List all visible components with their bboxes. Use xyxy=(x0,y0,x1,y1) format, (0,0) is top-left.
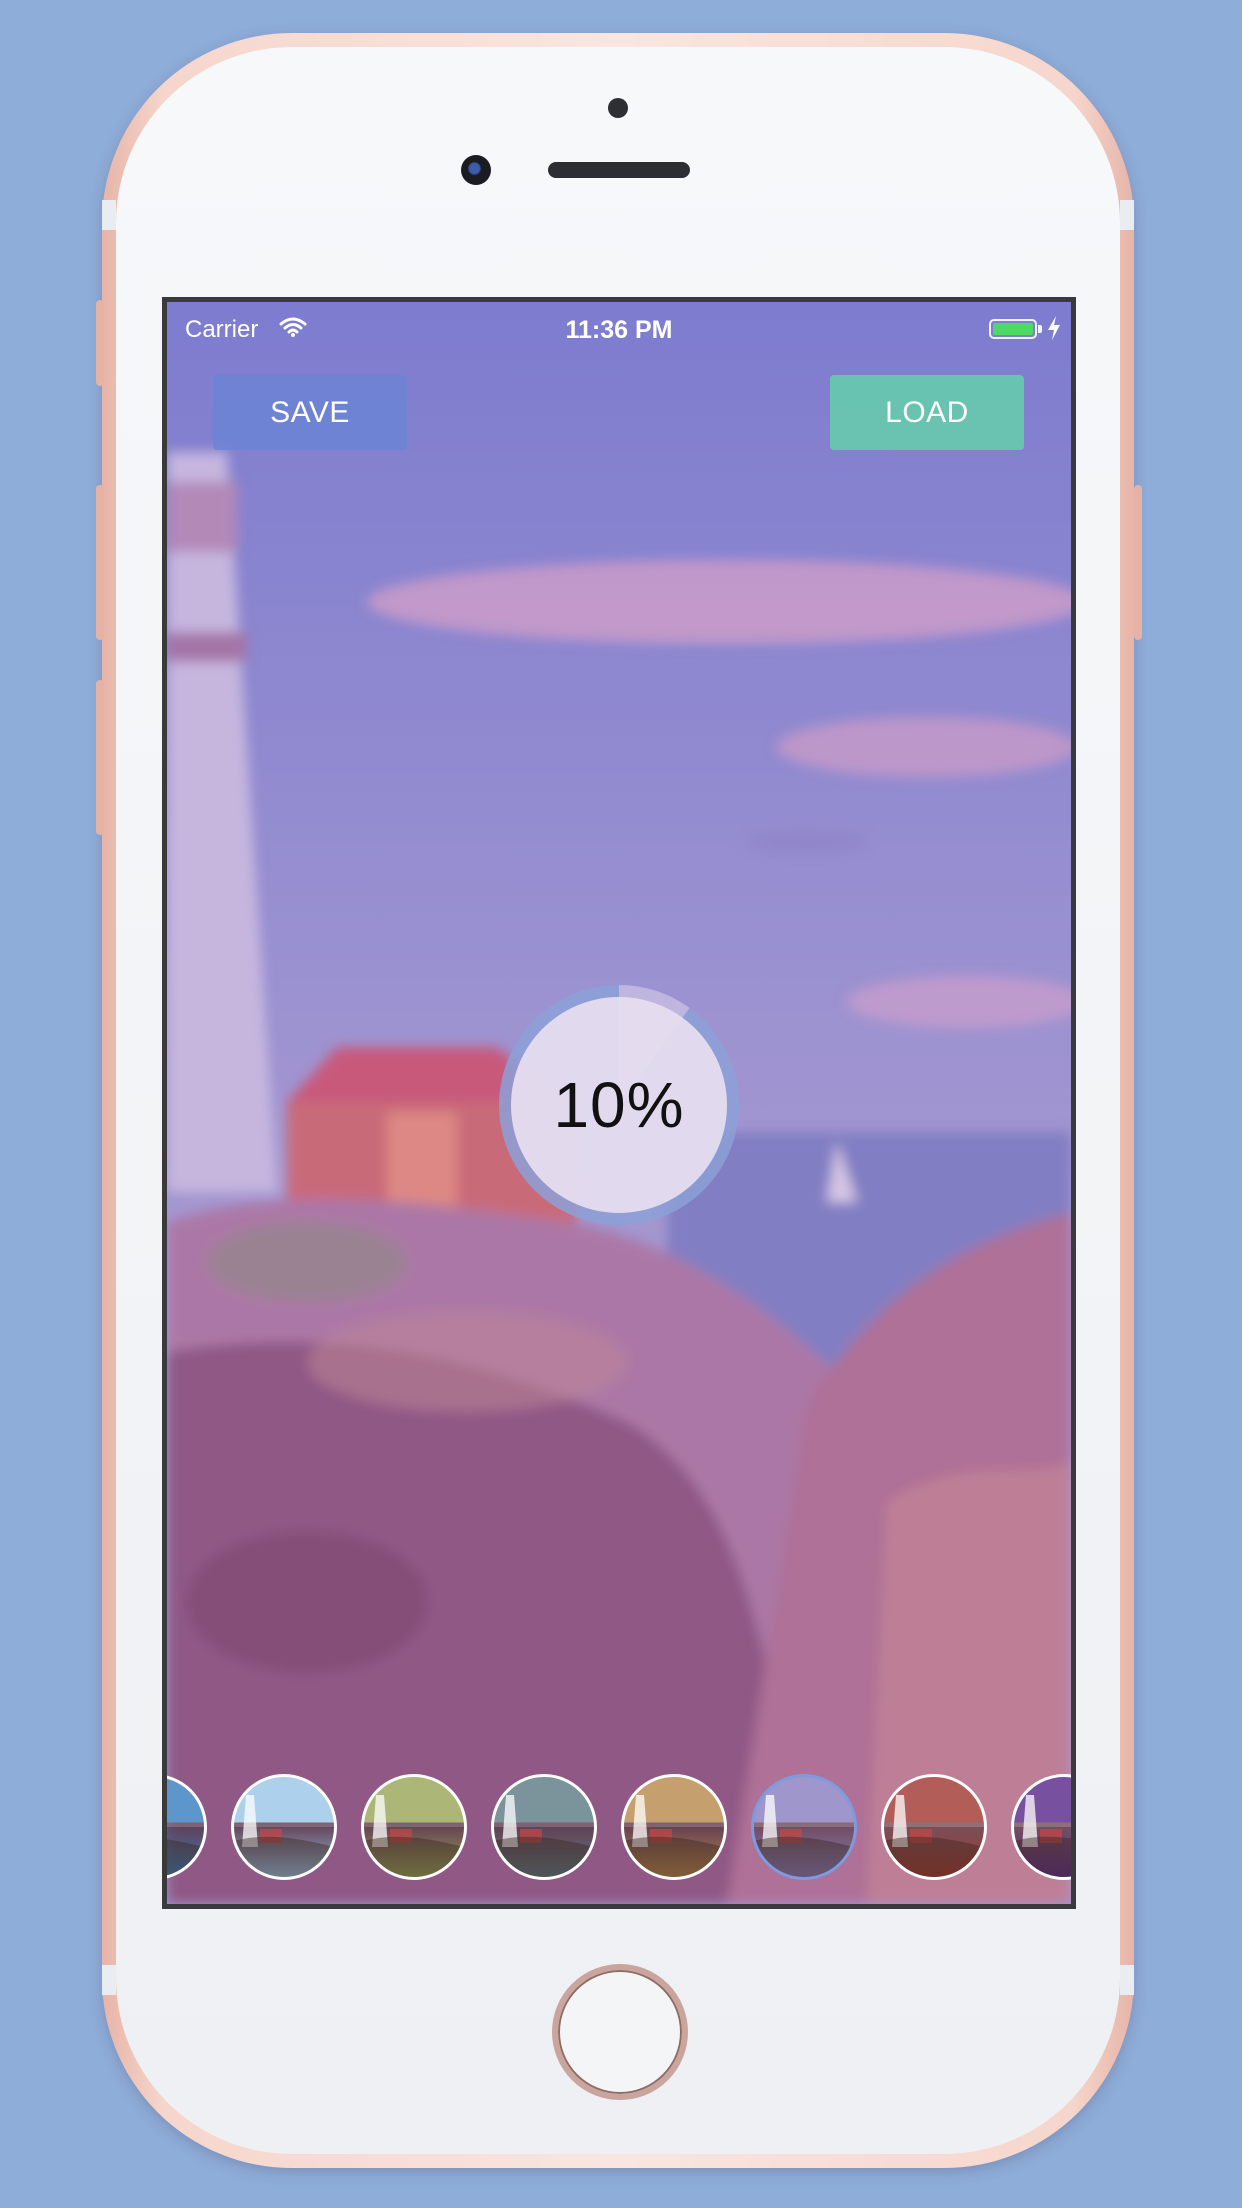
filter-thumbnail[interactable] xyxy=(621,1774,727,1880)
proximity-sensor xyxy=(608,98,628,118)
filter-thumbnail[interactable] xyxy=(751,1774,857,1880)
mute-switch xyxy=(96,300,104,386)
app-screen: Carrier 11:36 PM SAVE LOAD 10% xyxy=(162,297,1076,1909)
filter-thumbnail-image xyxy=(234,1777,334,1877)
front-camera-icon xyxy=(461,155,491,185)
antenna-band-right-bottom xyxy=(1120,1965,1134,1995)
filter-thumbnail-image xyxy=(494,1777,594,1877)
battery-icon xyxy=(989,319,1037,339)
filter-thumbnail[interactable] xyxy=(881,1774,987,1880)
filter-thumbnail-image xyxy=(624,1777,724,1877)
filter-thumbnail-image xyxy=(884,1777,984,1877)
load-button[interactable]: LOAD xyxy=(830,375,1024,450)
progress-indicator: 10% xyxy=(489,975,749,1235)
status-bar: Carrier 11:36 PM xyxy=(167,302,1071,358)
volume-down-button xyxy=(96,680,104,835)
filter-thumbnail[interactable] xyxy=(361,1774,467,1880)
filter-strip[interactable] xyxy=(167,1774,1071,1884)
filter-thumbnail[interactable] xyxy=(491,1774,597,1880)
battery-tip xyxy=(1038,325,1042,333)
antenna-band-left xyxy=(102,200,116,230)
status-time: 11:36 PM xyxy=(565,316,673,344)
filter-thumbnail-image xyxy=(167,1777,204,1877)
power-button xyxy=(1134,485,1142,640)
filter-thumbnail-image xyxy=(364,1777,464,1877)
antenna-band-right xyxy=(1120,200,1134,230)
antenna-band-left-bottom xyxy=(102,1965,116,1995)
home-button[interactable] xyxy=(552,1964,688,2100)
progress-percent-label: 10% xyxy=(553,1069,685,1141)
volume-up-button xyxy=(96,485,104,640)
filter-thumbnail[interactable] xyxy=(231,1774,337,1880)
filter-thumbnail-image xyxy=(754,1777,854,1877)
earpiece-speaker xyxy=(548,162,690,178)
save-button[interactable]: SAVE xyxy=(213,375,407,450)
charging-bolt-icon xyxy=(1048,316,1060,340)
filter-thumbnail-image xyxy=(1014,1777,1071,1877)
filter-thumbnail[interactable] xyxy=(167,1774,207,1880)
filter-thumbnail[interactable] xyxy=(1011,1774,1071,1880)
